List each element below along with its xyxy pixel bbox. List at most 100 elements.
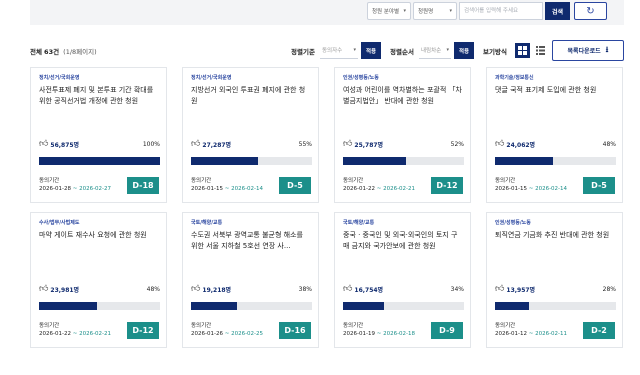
agree-count: 👍︎ 27,287명	[191, 139, 231, 149]
period-label: 동의기간	[495, 178, 516, 184]
petition-card[interactable]: 정치/선거/국회운영지방선거 외국인 투표권 폐지에 관한 청원 👍︎ 27,287…	[182, 67, 319, 203]
agree-count-value: 24,062명	[506, 141, 536, 149]
order-select[interactable]: 내림차순 ▾	[419, 42, 451, 59]
progress-bar	[39, 302, 160, 310]
period-label: 동의기간	[343, 323, 364, 329]
dday-badge: D-12	[127, 322, 159, 339]
download-icon: ⭳	[605, 44, 609, 54]
period-end: 2026-02-18	[383, 331, 416, 337]
download-list-button[interactable]: 목록다운로드 ⭳	[552, 40, 624, 61]
agree-count-value: 23,981명	[50, 286, 80, 294]
status-filter-select[interactable]: 청원명 ▾	[413, 2, 457, 20]
petition-title[interactable]: 중국 · 중국인 및 외국·외국인의 토지 구매 금지와 국가안보에 관한 청원	[343, 230, 462, 254]
download-label: 목록다운로드	[567, 48, 601, 55]
list-icon	[536, 46, 545, 55]
progress-fill	[343, 157, 406, 165]
agree-count-value: 13,957명	[506, 286, 536, 294]
period-separator: ~	[222, 186, 232, 192]
search-input[interactable]	[459, 2, 543, 20]
agree-count-value: 19,218명	[202, 286, 232, 294]
petition-card[interactable]: 과학기술/정보통신 댓글 국적 표기제 도입에 관한 청원 👍︎ 24,062명 48%…	[486, 67, 623, 203]
chevron-down-icon: ▾	[446, 47, 449, 53]
petition-stats: 👍︎ 56,875명 100%	[39, 139, 160, 149]
period-start: 2026-01-26	[191, 331, 223, 337]
petition-category: 인권/성평등/노동	[495, 220, 531, 226]
period-label: 동의기간	[191, 323, 212, 329]
petition-card[interactable]: 인권/성평등/노동퇴직연금 기금화 추진 반대에 관한 청원 👍︎ 13,957명 2…	[486, 212, 623, 348]
period-label: 동의기간	[39, 323, 60, 329]
refresh-button[interactable]: ↻	[574, 2, 607, 20]
agree-count: 👍︎ 13,957명	[495, 284, 535, 294]
period-start: 2026-01-28	[39, 186, 71, 192]
total-prefix: 전체	[30, 48, 42, 56]
petition-stats: 👍︎ 23,981명 48%	[39, 284, 160, 294]
agree-count-value: 27,287명	[202, 141, 232, 149]
petition-category: 수사/법무/사법제도	[39, 220, 80, 226]
chevron-down-icon: ▾	[353, 47, 356, 53]
agree-percent: 48%	[602, 140, 616, 148]
status-filter-value: 청원명	[418, 9, 434, 15]
petition-title[interactable]: 지방선거 외국인 투표권 폐지에 관한 청원	[191, 85, 310, 109]
petition-category: 정치/선거/국회운영	[39, 75, 80, 81]
dday-badge: D-16	[279, 322, 311, 339]
field-filter-select[interactable]: 청원 분야별 ▾	[367, 2, 411, 20]
period-end: 2026-02-21	[79, 331, 112, 337]
period-start: 2026-01-12	[495, 331, 527, 337]
period-separator: ~	[526, 331, 536, 337]
grid-view-button[interactable]	[515, 43, 530, 58]
dday-badge: D-12	[431, 177, 463, 194]
thumbs-up-icon: 👍︎	[343, 139, 353, 149]
agree-percent: 38%	[298, 285, 312, 293]
petition-stats: 👍︎ 19,218명 38%	[191, 284, 312, 294]
petition-title[interactable]: 사전투표제 폐지 및 본투표 기간 확대를 위한 공직선거법 개정에 관한 청원	[39, 85, 158, 109]
petition-stats: 👍︎ 13,957명 28%	[495, 284, 616, 294]
period-label: 동의기간	[495, 323, 516, 329]
progress-fill	[39, 302, 98, 310]
petition-card[interactable]: 국토/해양/교통 중국 · 중국인 및 외국·외국인의 토지 구매 금지와 국가안…	[334, 212, 471, 348]
search-button[interactable]: 검색	[545, 2, 570, 20]
search-bar: 청원 분야별 ▾ 청원명 ▾ 검색 ↻	[367, 2, 607, 20]
petition-category: 정치/선거/국회운영	[191, 75, 232, 81]
agree-count: 👍︎ 16,754명	[343, 284, 383, 294]
progress-fill	[343, 302, 385, 310]
period-label: 동의기간	[191, 178, 212, 184]
agree-percent: 100%	[142, 140, 160, 148]
period-separator: ~	[70, 331, 80, 337]
sort-select[interactable]: 동의자수 ▾	[320, 42, 358, 59]
order-apply-button[interactable]: 적용	[454, 42, 474, 59]
period-separator: ~	[374, 186, 384, 192]
petition-card[interactable]: 국토/해양/교통 수도권 서북부 광역교통 불균형 해소를 위한 서울 지하철 5…	[182, 212, 319, 348]
agree-count: 👍︎ 24,062명	[495, 139, 535, 149]
total-number: 63건	[44, 48, 60, 56]
period-separator: ~	[70, 186, 80, 192]
period-label: 동의기간	[39, 178, 60, 184]
petition-title[interactable]: 여성과 어린이를 역차별하는 포괄적 「차별금지법안」 반대에 관한 청원	[343, 85, 462, 109]
petition-stats: 👍︎ 16,754명 34%	[343, 284, 464, 294]
progress-bar	[495, 157, 616, 165]
period-dates: 2026-01-28 ~ 2026-02-27	[39, 186, 111, 192]
progress-fill	[191, 302, 237, 310]
period-dates: 2026-01-12 ~ 2026-02-11	[495, 331, 567, 337]
sort-value: 동의자수	[322, 48, 343, 54]
sort-apply-button[interactable]: 적용	[361, 42, 381, 59]
petition-title[interactable]: 마약 게이트 재수사 요청에 관한 청원	[39, 230, 158, 254]
sort-label: 정렬기준	[291, 48, 315, 56]
period-dates: 2026-01-19 ~ 2026-02-18	[343, 331, 415, 337]
period-dates: 2026-01-15 ~ 2026-02-14	[495, 186, 567, 192]
period-end: 2026-02-14	[535, 186, 568, 192]
list-view-button[interactable]	[533, 43, 548, 58]
period-end: 2026-02-14	[231, 186, 264, 192]
order-value: 내림차순	[421, 48, 442, 54]
petition-card[interactable]: 인권/성평등/노동 여성과 어린이를 역차별하는 포괄적 「차별금지법안」 반대에…	[334, 67, 471, 203]
petition-title[interactable]: 수도권 서북부 광역교통 불균형 해소를 위한 서울 지하철 5호선 연장 사.…	[191, 230, 310, 254]
petition-title[interactable]: 댓글 국적 표기제 도입에 관한 청원	[495, 85, 614, 109]
dday-badge: D-2	[583, 322, 615, 339]
petition-card[interactable]: 수사/법무/사법제도마약 게이트 재수사 요청에 관한 청원 👍︎ 23,981명 4…	[30, 212, 167, 348]
petition-title[interactable]: 퇴직연금 기금화 추진 반대에 관한 청원	[495, 230, 614, 254]
agree-percent: 28%	[602, 285, 616, 293]
thumbs-up-icon: 👍︎	[343, 284, 353, 294]
total-count: 전체 63건 (1/8페이지)	[30, 46, 97, 56]
agree-percent: 34%	[450, 285, 464, 293]
progress-bar	[191, 302, 312, 310]
petition-card[interactable]: 정치/선거/국회운영사전투표제 폐지 및 본투표 기간 확대를 위한 공직선거법…	[30, 67, 167, 203]
